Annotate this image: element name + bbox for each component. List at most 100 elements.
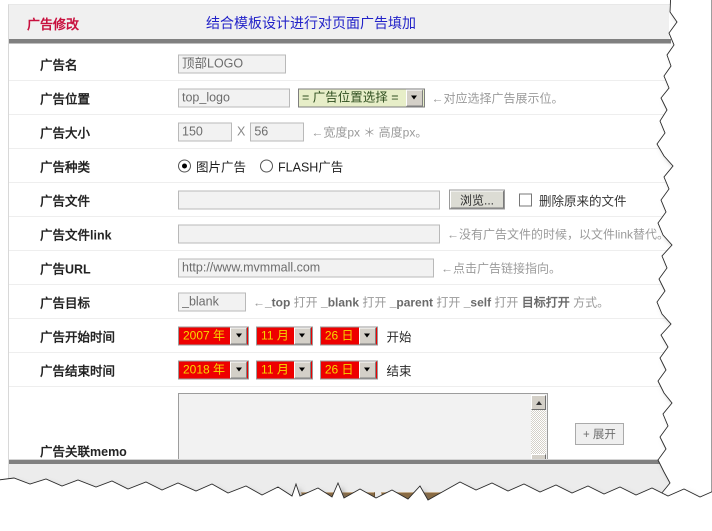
chevron-down-icon[interactable]	[405, 89, 423, 106]
end-day-value: 26 日	[324, 362, 354, 376]
end-day-select[interactable]: 26 日	[319, 360, 378, 379]
label-ad-file: 广告文件	[40, 194, 91, 208]
page-header: 广告修改 结合模板设计进行对页面广告填加	[9, 5, 669, 39]
submit-button[interactable]: 确定	[301, 492, 375, 521]
row-ad-size: 广告大小 X ←宽度px ＊ 高度px。	[9, 115, 671, 149]
header-divider	[9, 39, 671, 44]
hint-blank: _blank	[321, 295, 360, 309]
app-window: 广告修改 结合模板设计进行对页面广告填加 广告名 广告位置 = 广告位置选择 =…	[0, 0, 712, 531]
section-title: 广告修改	[27, 17, 80, 32]
label-ad-end-time: 广告结束时间	[40, 364, 116, 378]
row-ad-url: 广告URL ←点击广告链接指向。	[9, 251, 671, 285]
hint-self: _self	[463, 295, 492, 309]
ad-target-input[interactable]	[178, 292, 246, 311]
field-ad-name	[178, 54, 286, 73]
start-day-value: 26 日	[324, 328, 354, 342]
start-year-value: 2007 年	[183, 328, 226, 342]
hint-top: _top	[265, 295, 291, 309]
row-ad-file-link: 广告文件link ←没有广告文件的时候，以文件link替代。	[9, 217, 671, 251]
chevron-down-icon[interactable]	[230, 361, 248, 378]
field-ad-file: 浏览... 删除原来的文件	[178, 189, 627, 210]
field-ad-file-link: ←没有广告文件的时候，以文件link替代。	[178, 224, 669, 243]
ad-position-input[interactable]	[178, 88, 290, 107]
label-ad-size: 广告大小	[40, 126, 91, 140]
size-separator: X	[237, 124, 246, 139]
field-ad-size: X ←宽度px ＊ 高度px。	[178, 122, 427, 141]
start-month-value: 11 月	[261, 328, 289, 342]
radio-image-ad-dot[interactable]	[178, 159, 191, 172]
label-ad-name: 广告名	[40, 58, 78, 72]
memo-scrollbar[interactable]	[531, 395, 546, 469]
ad-height-input[interactable]	[250, 122, 305, 141]
chevron-down-icon[interactable]	[358, 361, 376, 378]
end-time-suffix: 结束	[386, 364, 412, 378]
ad-url-input[interactable]	[178, 258, 434, 277]
field-ad-start-time: 2007 年 11 月 26 日 开始	[178, 326, 412, 345]
label-ad-start-time: 广告开始时间	[40, 330, 116, 344]
hint-parent: _parent	[389, 295, 434, 309]
chevron-down-icon[interactable]	[230, 327, 248, 344]
radio-flash-ad-dot[interactable]	[260, 159, 274, 172]
browse-button[interactable]: 浏览...	[448, 189, 506, 210]
radio-flash-ad-label: FLASH广告	[278, 160, 344, 174]
start-day-select[interactable]: 26 日	[319, 326, 378, 345]
row-ad-position: 广告位置 = 广告位置选择 = ←对应选择广告展示位。	[9, 81, 671, 115]
ad-url-hint: ←点击广告链接指向。	[441, 261, 562, 275]
field-ad-type: 图片广告 FLASH广告	[178, 156, 357, 175]
chevron-down-icon[interactable]	[293, 327, 311, 344]
ad-size-hint: ←宽度px ＊ 高度px。	[311, 125, 428, 139]
cancel-button[interactable]: 取消	[381, 492, 455, 521]
label-ad-memo: 广告关联memo	[40, 445, 127, 459]
ad-width-input[interactable]	[178, 122, 232, 141]
footer-bar: 确定 取消	[9, 464, 671, 522]
row-ad-target: 广告目标 ←_top 打开 _blank 打开 _parent 打开 _self…	[9, 285, 671, 319]
ad-file-input[interactable]	[178, 190, 440, 209]
end-month-value: 11 月	[261, 362, 289, 376]
end-month-select[interactable]: 11 月	[256, 360, 313, 379]
start-time-suffix: 开始	[386, 330, 412, 344]
start-year-select[interactable]: 2007 年	[178, 326, 250, 345]
ad-file-link-hint: ←没有广告文件的时候，以文件link替代。	[447, 227, 670, 241]
row-ad-type: 广告种类 图片广告 FLASH广告	[9, 149, 671, 183]
label-ad-position: 广告位置	[40, 92, 91, 106]
ad-position-select-label: = 广告位置选择 =	[302, 90, 399, 104]
ad-position-hint: ←对应选择广告展示位。	[431, 91, 564, 105]
ad-file-link-input[interactable]	[178, 224, 440, 243]
row-ad-file: 广告文件 浏览... 删除原来的文件	[9, 183, 671, 217]
hint-sep-5: 方式。	[569, 295, 610, 309]
ad-name-input[interactable]	[178, 54, 286, 73]
label-ad-type: 广告种类	[40, 160, 91, 174]
ad-target-hint: ←_top 打开 _blank 打开 _parent 打开 _self 打开 目…	[253, 293, 609, 310]
label-ad-target: 广告目标	[40, 296, 91, 310]
expand-button[interactable]: + 展开	[575, 423, 624, 445]
ad-position-select[interactable]: = 广告位置选择 =	[298, 88, 425, 107]
hint-target: 目标打开	[521, 295, 570, 309]
start-month-select[interactable]: 11 月	[256, 326, 313, 345]
label-ad-url: 广告URL	[40, 262, 91, 276]
chevron-down-icon[interactable]	[358, 327, 376, 344]
hint-sep-4: 打开	[491, 295, 522, 309]
field-ad-position: = 广告位置选择 = ←对应选择广告展示位。	[178, 88, 564, 107]
end-year-value: 2018 年	[183, 362, 226, 376]
hint-sep-2: 打开	[359, 295, 390, 309]
radio-image-ad-label: 图片广告	[196, 160, 247, 174]
hint-sep-1: 打开	[290, 295, 322, 309]
checkbox-box[interactable]	[519, 193, 533, 206]
ad-form: 广告名 广告位置 = 广告位置选择 = ←对应选择广告展示位。 广告大小 X	[9, 47, 671, 485]
field-ad-end-time: 2018 年 11 月 26 日 结束	[178, 360, 412, 379]
label-ad-file-link: 广告文件link	[40, 228, 112, 242]
delete-original-file-checkbox[interactable]: 删除原来的文件	[519, 190, 627, 209]
hint-arrow: ←	[253, 295, 265, 309]
row-ad-start-time: 广告开始时间 2007 年 11 月 26 日 开始	[9, 319, 671, 353]
hint-sep-3: 打开	[433, 295, 464, 309]
field-ad-url: ←点击广告链接指向。	[178, 258, 561, 277]
radio-flash-ad[interactable]: FLASH广告	[260, 156, 343, 175]
delete-original-file-label: 删除原来的文件	[539, 194, 627, 208]
field-ad-target: ←_top 打开 _blank 打开 _parent 打开 _self 打开 目…	[178, 292, 609, 311]
end-year-select[interactable]: 2018 年	[178, 360, 250, 379]
scroll-up-icon[interactable]	[531, 395, 546, 410]
row-ad-end-time: 广告结束时间 2018 年 11 月 26 日 结束	[9, 353, 671, 387]
row-ad-name: 广告名	[9, 47, 671, 81]
chevron-down-icon[interactable]	[293, 361, 311, 378]
radio-image-ad[interactable]: 图片广告	[178, 156, 246, 175]
